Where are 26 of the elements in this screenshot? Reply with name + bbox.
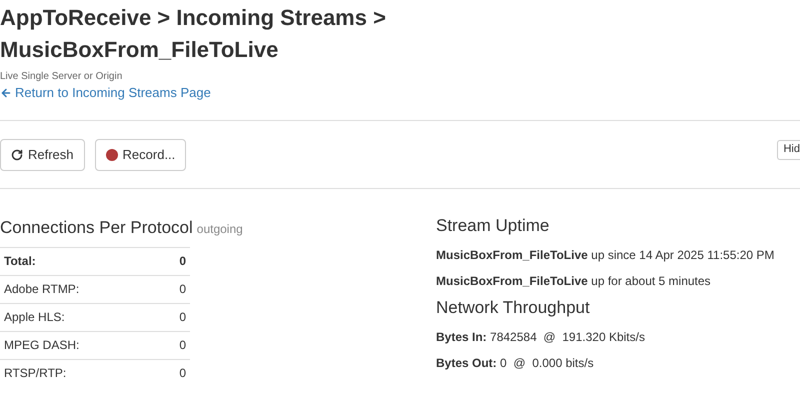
- connection-count: 0: [179, 365, 186, 382]
- uptime-text: MusicBoxFrom_FileToLive up since 14 Apr 2025 11:55:20 PM: [436, 247, 774, 263]
- back-link[interactable]: Return to Incoming Streams Page: [0, 84, 211, 102]
- refresh-icon: [11, 148, 23, 160]
- protocol-label: Total:: [4, 253, 36, 270]
- uptime-text: MusicBoxFrom_FileToLive up for about 5 minutes: [436, 273, 712, 289]
- connection-count: 0: [179, 281, 186, 298]
- refresh-button[interactable]: Refresh: [0, 138, 85, 170]
- section-note: outgoing: [196, 221, 243, 238]
- protocol-label: MPEG DASH:: [4, 337, 80, 354]
- throughput-text: Bytes Out: 0 @ 0.000 bits/s: [436, 355, 595, 371]
- connection-count: 0: [179, 309, 186, 326]
- hide-button[interactable]: Hid: [777, 140, 800, 160]
- page-subtitle: Live Single Server or Origin: [0, 70, 124, 84]
- record-button[interactable]: Record...: [94, 138, 186, 170]
- protocol-label: Adobe RTMP:: [4, 281, 80, 298]
- protocol-label: Apple HLS:: [4, 309, 65, 326]
- throughput-text: Bytes In: 7842584 @ 191.320 Kbits/s: [436, 329, 646, 345]
- section-title: Network Throughput: [436, 297, 591, 319]
- page-title: AppToReceive > Incoming Streams > MusicBoxFrom_FileToLive: [0, 4, 387, 64]
- protocol-label: RTSP/RTP:: [4, 365, 66, 382]
- connection-count: 0: [179, 337, 186, 354]
- arrow-left-icon: [0, 87, 12, 99]
- section-title: Stream Uptime: [436, 215, 550, 237]
- section-title: Connections Per Protocol: [0, 217, 193, 239]
- connection-count: 0: [179, 253, 186, 270]
